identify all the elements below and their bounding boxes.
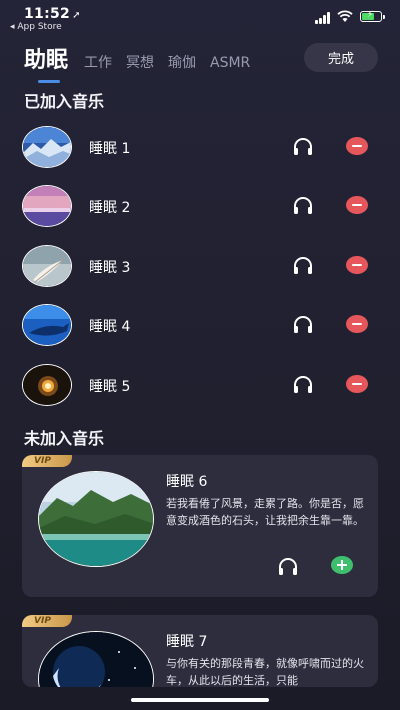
added-list-item: 睡眠 5	[22, 364, 378, 408]
track-name: 睡眠 1	[89, 141, 131, 157]
not-added-section-title: 未加入音乐	[24, 429, 105, 448]
remove-button[interactable]	[346, 375, 368, 393]
remove-button[interactable]	[346, 256, 368, 274]
signal-icon	[315, 12, 333, 24]
headphones-icon[interactable]	[292, 136, 314, 156]
tab-sleep[interactable]: 助眠	[24, 42, 68, 83]
card-artwork	[38, 471, 154, 567]
card-artwork	[38, 631, 154, 687]
back-app-label: App Store	[17, 22, 62, 32]
vip-badge: VIP	[22, 615, 72, 627]
track-thumbnail	[22, 126, 72, 168]
battery-icon: ⚡	[360, 10, 385, 22]
done-button[interactable]: 完成	[304, 43, 378, 72]
headphones-icon[interactable]	[292, 195, 314, 215]
card-title: 睡眠 7	[166, 634, 208, 650]
add-button[interactable]	[331, 556, 353, 574]
track-thumbnail	[22, 364, 72, 406]
tab-meditation[interactable]: 冥想	[126, 52, 154, 72]
card-title: 睡眠 6	[166, 474, 208, 490]
track-thumbnail	[22, 304, 72, 346]
track-thumbnail	[22, 245, 72, 287]
status-time: 11:52 ➚	[24, 6, 81, 22]
track-name: 睡眠 4	[89, 319, 131, 335]
added-list-item: 睡眠 2	[22, 185, 378, 229]
tab-asmr[interactable]: ASMR	[210, 55, 250, 71]
headphones-icon[interactable]	[292, 255, 314, 275]
track-name: 睡眠 3	[89, 260, 131, 276]
tab-yoga[interactable]: 瑜伽	[168, 52, 196, 72]
remove-button[interactable]	[346, 196, 368, 214]
remove-button[interactable]	[346, 315, 368, 333]
back-to-app-link[interactable]: ◂ App Store	[10, 22, 62, 32]
wifi-icon	[337, 10, 353, 22]
added-list-item: 睡眠 1	[22, 126, 378, 170]
added-list-item: 睡眠 3	[22, 245, 378, 289]
track-name: 睡眠 5	[89, 379, 131, 395]
home-indicator[interactable]	[131, 698, 269, 702]
status-bar: 11:52 ➚ ◂ App Store ⚡	[0, 0, 400, 36]
music-card[interactable]: VIP 睡眠 6 若我看倦了风景，走累了路。你是否，愿意变成酒色的石头，让我把余…	[22, 455, 378, 597]
card-description: 若我看倦了风景，走累了路。你是否，愿意变成酒色的石头，让我把余生靠一靠。	[166, 497, 364, 527]
track-name: 睡眠 2	[89, 200, 131, 216]
location-arrow-icon: ➚	[72, 10, 81, 21]
added-list-item: 睡眠 4	[22, 304, 378, 348]
tab-work[interactable]: 工作	[84, 52, 112, 72]
remove-button[interactable]	[346, 137, 368, 155]
vip-badge: VIP	[22, 455, 72, 467]
category-tabs: 助眠 工作 冥想 瑜伽 ASMR	[24, 42, 264, 83]
headphones-icon[interactable]	[292, 374, 314, 394]
added-section-title: 已加入音乐	[24, 92, 105, 111]
headphones-icon[interactable]	[292, 314, 314, 334]
music-card[interactable]: VIP 睡眠 7 与你有关的那段青春，就像呼啸而过的火车，从此以后的生活，只能	[22, 615, 378, 687]
card-description: 与你有关的那段青春，就像呼啸而过的火车，从此以后的生活，只能	[166, 657, 364, 687]
track-thumbnail	[22, 185, 72, 227]
headphones-icon[interactable]	[277, 556, 299, 576]
